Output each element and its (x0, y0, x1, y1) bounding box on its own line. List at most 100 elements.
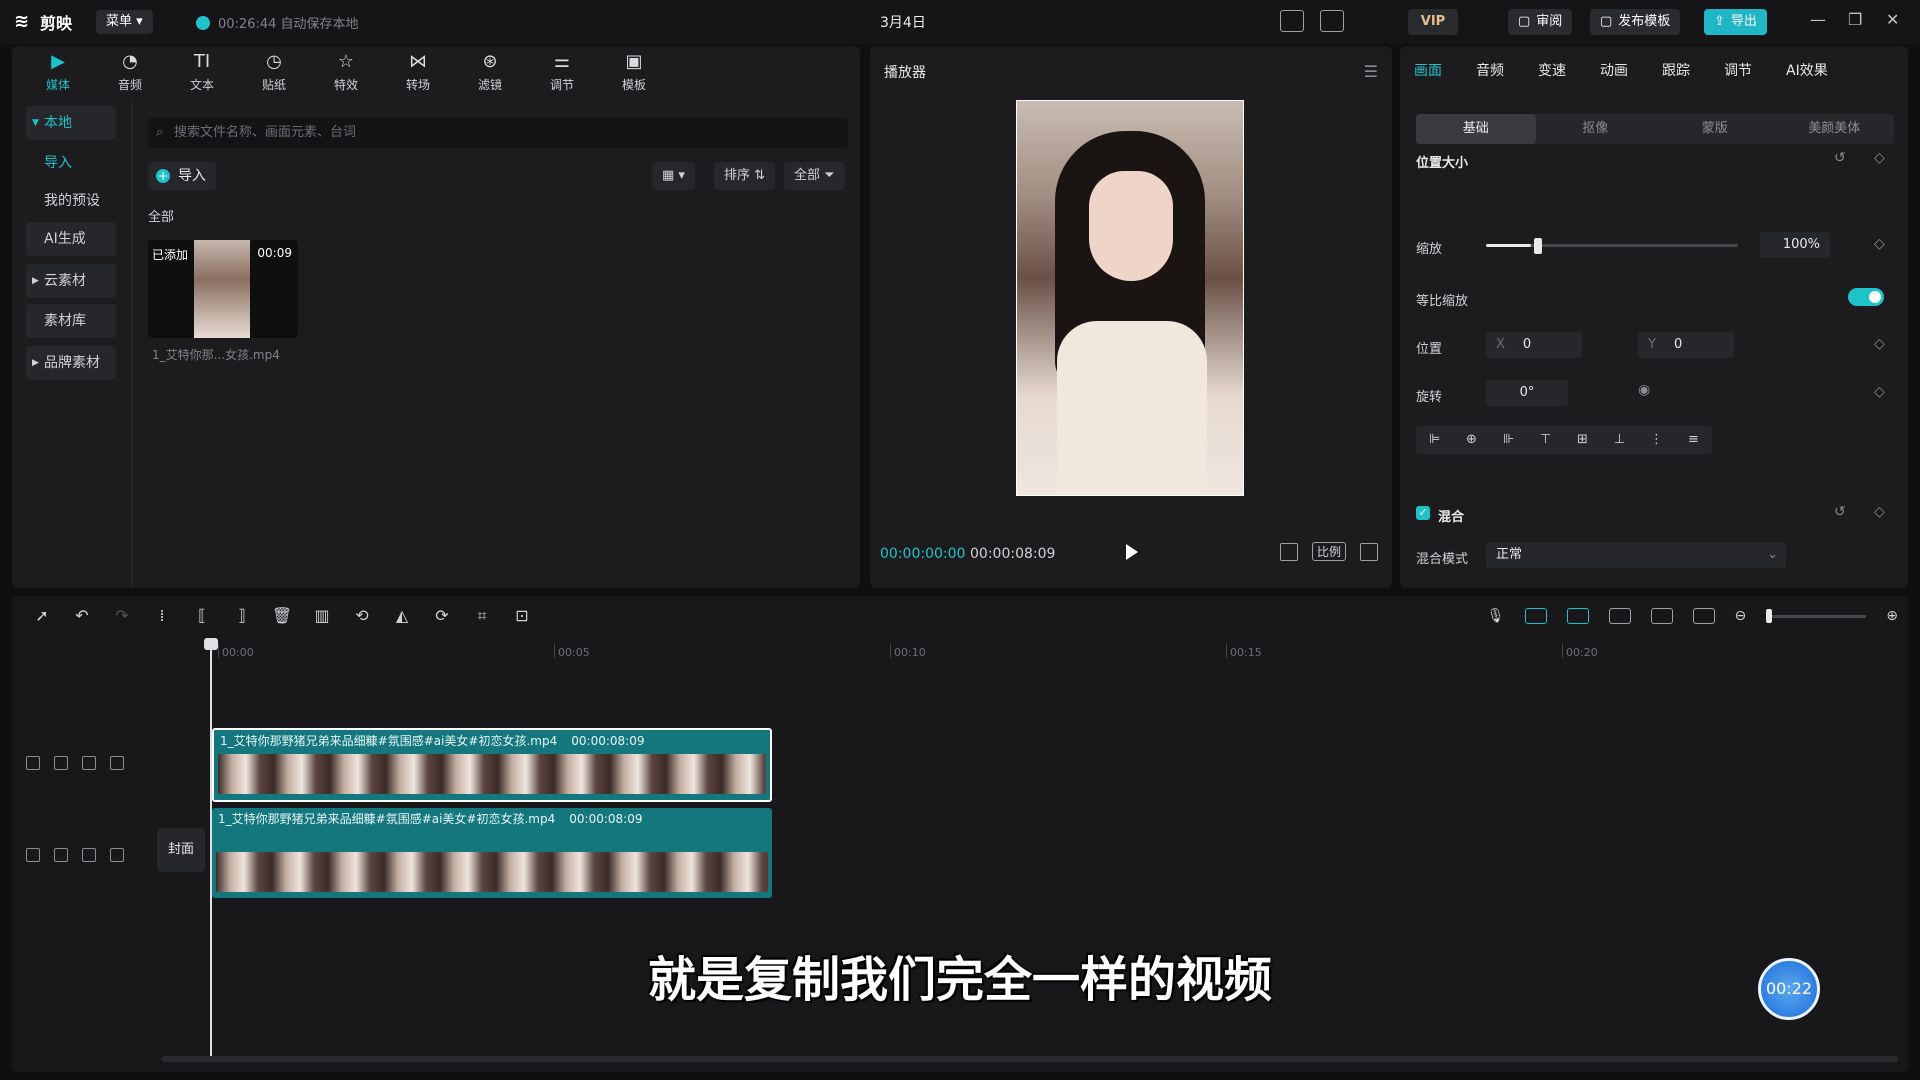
sort-button[interactable]: 排序 ⇅ (714, 162, 776, 190)
volume-icon[interactable] (110, 848, 124, 862)
split-icon[interactable]: ⁞ (142, 596, 182, 636)
blend-reset-icon[interactable]: ↺ (1834, 504, 1846, 520)
select-tool-icon[interactable]: ➚ (22, 596, 62, 636)
video-clip-main[interactable]: 1_艾特你那野猪兄弟来品细糠#氛围感#ai美女#初恋女孩.mp4 00:00:08… (212, 808, 772, 898)
lock-icon[interactable] (54, 756, 68, 770)
tab-tracking[interactable]: 跟踪 (1662, 60, 1690, 80)
tab-picture[interactable]: 画面 (1414, 60, 1442, 80)
main-track-magnet-icon[interactable] (1524, 608, 1547, 624)
layout-icon[interactable] (1320, 10, 1344, 32)
scale-keyframe-icon[interactable]: ◇ (1874, 236, 1885, 252)
reset-icon[interactable]: ↺ (1834, 150, 1846, 166)
tab-sticker[interactable]: ◷ 贴纸 (238, 46, 310, 98)
tab-transition[interactable]: ⋈ 转场 (382, 46, 454, 98)
timeline-zoom-slider[interactable] (1766, 608, 1867, 623)
subtab-basic[interactable]: 基础 (1416, 114, 1536, 144)
preview-axis-icon[interactable] (1650, 608, 1673, 624)
tab-template[interactable]: ▣ 模板 (598, 46, 670, 98)
distribute-h-icon[interactable]: ⋮ (1638, 426, 1675, 454)
eye-icon[interactable] (82, 848, 96, 862)
zoom-out-icon[interactable]: ⊖ (1735, 608, 1747, 624)
media-search-input[interactable]: ⌕ 搜索文件名称、画面元素、台词 (148, 118, 848, 148)
volume-icon[interactable] (110, 756, 124, 770)
split-right-icon[interactable]: ⟧ (222, 596, 262, 636)
play-icon[interactable] (1126, 544, 1138, 560)
align-vcenter-icon[interactable]: ⊞ (1564, 426, 1601, 454)
sidebar-item-cloud[interactable]: ▶ 云素材 (26, 264, 116, 298)
microphone-icon[interactable]: 🎙 (1487, 608, 1505, 624)
blend-checkbox[interactable]: ✓ (1416, 506, 1430, 520)
align-top-icon[interactable]: ⊤ (1527, 426, 1564, 454)
position-y-input[interactable]: Y0 (1638, 332, 1734, 358)
blend-mode-select[interactable]: 正常 ⌄ (1486, 542, 1786, 568)
undo-icon[interactable]: ↶ (62, 596, 102, 636)
subtab-cutout[interactable]: 抠像 (1536, 114, 1656, 144)
scale-slider-handle[interactable] (1534, 238, 1542, 254)
tab-text[interactable]: TI 文本 (166, 46, 238, 98)
close-icon[interactable]: ✕ (1886, 10, 1899, 29)
tab-speed[interactable]: 变速 (1538, 60, 1566, 80)
rotation-keyframe-icon[interactable]: ◇ (1874, 384, 1885, 400)
align-left-icon[interactable]: ⊫ (1416, 426, 1453, 454)
freeze-icon[interactable]: ▥ (302, 596, 342, 636)
sidebar-item-local[interactable]: ▼ 本地 (26, 106, 116, 140)
cover-button[interactable]: 封面 (157, 828, 205, 872)
uniform-scale-toggle[interactable] (1848, 288, 1884, 306)
full-view-icon[interactable] (1692, 608, 1715, 624)
tab-ai-effects[interactable]: AI效果 (1786, 60, 1828, 80)
media-item[interactable]: 已添加 00:09 (148, 240, 298, 338)
review-button[interactable]: ▢ 审阅 (1508, 9, 1573, 35)
rotation-dial-icon[interactable]: ◉ (1638, 382, 1650, 398)
position-keyframe-icon[interactable]: ◇ (1874, 336, 1885, 352)
fullscreen-icon[interactable] (1360, 542, 1378, 561)
keyframe-icon[interactable]: ◇ (1874, 150, 1885, 166)
filter-button[interactable]: 全部 ⏷ (784, 162, 845, 190)
menu-button[interactable]: 菜单 ▾ (96, 10, 153, 34)
publish-template-button[interactable]: ▢ 发布模板 (1590, 9, 1681, 35)
minimize-icon[interactable]: — (1810, 10, 1826, 29)
tab-audio[interactable]: 音频 (1476, 60, 1504, 80)
position-x-input[interactable]: X0 (1486, 332, 1582, 358)
split-left-icon[interactable]: ⟦ (182, 596, 222, 636)
rotation-input[interactable]: 0° (1486, 380, 1568, 406)
mirror-icon[interactable]: ◭ (382, 596, 422, 636)
rotate-icon[interactable]: ⟳ (422, 596, 462, 636)
sidebar-item-my-presets[interactable]: 我的预设 (26, 184, 116, 218)
player-menu-icon[interactable]: ☰ (1364, 62, 1378, 81)
distribute-v-icon[interactable]: ≡ (1675, 426, 1712, 454)
auto-snap-icon[interactable] (1566, 608, 1589, 624)
video-clip-top[interactable]: 1_艾特你那野猪兄弟来品细糠#氛围感#ai美女#初恋女孩.mp4 00:00:08… (212, 728, 772, 802)
timeline-ruler[interactable]: 00:00 00:05 00:10 00:15 00:20 (12, 636, 1908, 662)
crop-icon[interactable]: ⌗ (462, 596, 502, 636)
redo-icon[interactable]: ↷ (102, 596, 142, 636)
sidebar-item-library[interactable]: 素材库 (26, 304, 116, 338)
shortcut-keyboard-icon[interactable] (1280, 10, 1304, 32)
eye-icon[interactable] (82, 756, 96, 770)
zoom-in-icon[interactable]: ⊕ (1886, 608, 1898, 624)
tab-effects[interactable]: ☆ 特效 (310, 46, 382, 98)
delete-icon[interactable]: 🗑 (262, 596, 302, 636)
track-cover-icon[interactable] (26, 848, 40, 862)
tab-media[interactable]: ▶ 媒体 (22, 46, 94, 98)
lock-icon[interactable] (54, 848, 68, 862)
track-cover-icon[interactable] (26, 756, 40, 770)
reverse-icon[interactable]: ⟲ (342, 596, 382, 636)
align-bottom-icon[interactable]: ⊥ (1601, 426, 1638, 454)
sidebar-item-ai-generate[interactable]: AI生成 (26, 222, 116, 256)
tab-adjust[interactable]: ⚌ 调节 (526, 46, 598, 98)
import-button[interactable]: + 导入 (148, 162, 216, 190)
restore-icon[interactable]: ❐ (1848, 10, 1862, 29)
smart-crop-icon[interactable]: ⊡ (502, 596, 542, 636)
tab-filter[interactable]: ⊛ 滤镜 (454, 46, 526, 98)
link-icon[interactable] (1608, 608, 1631, 624)
align-right-icon[interactable]: ⊪ (1490, 426, 1527, 454)
blend-keyframe-icon[interactable]: ◇ (1874, 504, 1885, 520)
timeline-scrollbar[interactable] (162, 1056, 1898, 1062)
ratio-button[interactable]: 比例 (1311, 542, 1346, 561)
subtab-mask[interactable]: 蒙版 (1655, 114, 1775, 144)
tab-animation[interactable]: 动画 (1600, 60, 1628, 80)
scale-value-input[interactable]: 100% (1760, 232, 1830, 258)
align-hcenter-icon[interactable]: ⊕ (1453, 426, 1490, 454)
vip-button[interactable]: VIP (1408, 9, 1458, 35)
screenshot-icon[interactable] (1279, 542, 1298, 561)
